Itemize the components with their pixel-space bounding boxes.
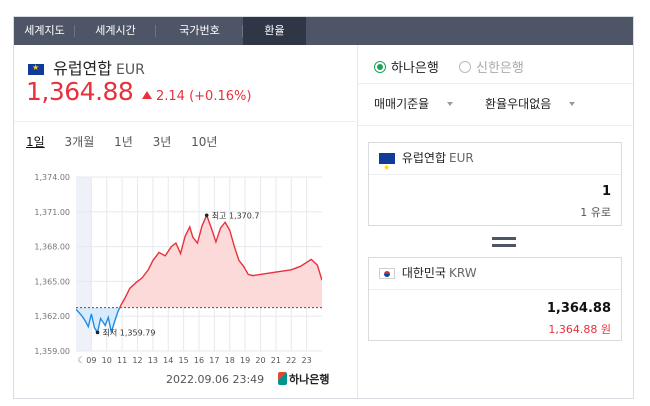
- change-amount: 2.14: [156, 89, 185, 104]
- preferential-rate-label: 환율우대없음: [485, 97, 552, 111]
- x-tick-label: 12: [132, 356, 142, 365]
- period-10y[interactable]: 10년: [191, 135, 217, 149]
- bank-logo-text: 하나은행: [289, 373, 330, 386]
- to-amount-unit: 1,364.88 원: [548, 323, 611, 336]
- x-tick-label: 13: [148, 356, 158, 365]
- x-tick-label: 18: [225, 356, 235, 365]
- moon-icon: ☾: [78, 356, 86, 365]
- equals-icon-bar: [492, 244, 516, 247]
- preferential-rate-dropdown[interactable]: 환율우대없음: [485, 97, 589, 111]
- from-currency-box[interactable]: 유럽연합EUR 1 1 유로: [368, 142, 622, 226]
- radio-checked-icon: [374, 61, 386, 73]
- x-tick-label: 22: [286, 356, 296, 365]
- rate-type-label: 매매기준율: [374, 97, 430, 111]
- x-tick-label: 20: [255, 356, 265, 365]
- x-tick-label: 21: [271, 356, 281, 365]
- x-tick-label: 10: [102, 356, 112, 365]
- currency-title: 유럽연합EUR: [28, 55, 145, 79]
- chevron-down-icon: [569, 102, 576, 106]
- x-tick-label: 19: [240, 356, 250, 365]
- tab-bar: 세계지도 세계시간 국가번호 환율: [14, 17, 633, 45]
- radio-unchecked-icon: [458, 61, 471, 73]
- tab-world-map[interactable]: 세계지도: [14, 17, 75, 45]
- x-tick-label: 09: [86, 356, 96, 365]
- to-currency-box[interactable]: 대한민국 KRW 1,364.88 1,364.88 원: [368, 257, 622, 341]
- bank-option-label: 신한은행: [475, 61, 524, 76]
- y-tick-label: 1,362.00: [34, 312, 70, 321]
- tab-exchange-rate[interactable]: 환율: [243, 17, 306, 45]
- period-1y[interactable]: 1년: [114, 135, 133, 149]
- hana-logo-icon: [278, 372, 287, 385]
- converter-panel: 하나은행 신한은행 매매기준율 환율우대없음 유럽연합EUR 1 1 유로 대한…: [358, 45, 633, 398]
- period-1d[interactable]: 1일: [26, 135, 45, 149]
- x-tick-label: 11: [117, 356, 127, 365]
- from-currency-select[interactable]: 유럽연합EUR: [369, 143, 621, 183]
- kr-flag-icon: [379, 268, 395, 279]
- from-amount-input[interactable]: 1: [602, 184, 611, 199]
- to-currency-select[interactable]: 대한민국 KRW: [369, 258, 621, 290]
- x-tick-label: 17: [209, 356, 219, 365]
- equals-icon: [492, 237, 516, 240]
- period-3m[interactable]: 3개월: [65, 135, 95, 149]
- tab-country-code[interactable]: 국가번호: [156, 17, 243, 45]
- rate-panel: 유럽연합EUR 1,364.88 2.14 (+0.16%) 1일 3개월 1년…: [14, 45, 358, 398]
- current-rate: 1,364.88: [26, 77, 134, 106]
- x-tick-label: 15: [179, 356, 189, 365]
- rate-change: 2.14 (+0.16%): [142, 89, 251, 104]
- from-amount-unit: 1 유로: [580, 206, 611, 219]
- period-3y[interactable]: 3년: [153, 135, 172, 149]
- divider: [14, 121, 356, 122]
- bank-option-hana[interactable]: 하나은행: [374, 61, 439, 76]
- rate-options: 매매기준율 환율우대없음: [374, 95, 603, 112]
- timestamp: 2022.09.06 23:49: [166, 373, 265, 386]
- rate-type-dropdown[interactable]: 매매기준율: [374, 97, 467, 111]
- change-percent: (+0.16%): [189, 89, 252, 104]
- y-tick-label: 1,368.00: [34, 243, 70, 252]
- exchange-widget: 세계지도 세계시간 국가번호 환율 유럽연합EUR 1,364.88 2.14 …: [13, 16, 634, 399]
- y-tick-label: 1,371.00: [34, 208, 70, 217]
- y-tick-label: 1,359.00: [34, 347, 70, 356]
- to-currency-code: KRW: [449, 266, 477, 280]
- up-arrow-icon: [142, 91, 152, 99]
- x-tick-label: 14: [163, 356, 173, 365]
- to-currency-name: 대한민국: [401, 266, 446, 280]
- bank-option-shinhan[interactable]: 신한은행: [458, 61, 524, 76]
- bank-option-label: 하나은행: [391, 61, 439, 76]
- rate-chart[interactable]: 1,374.00 1,371.00 1,368.00 1,365.00 1,362.00…: [14, 157, 356, 365]
- high-marker: [204, 213, 209, 218]
- currency-name: 유럽연합: [53, 59, 112, 78]
- y-tick-label: 1,365.00: [34, 277, 70, 286]
- x-tick-label: 23: [302, 356, 312, 365]
- divider: [358, 125, 633, 126]
- chevron-down-icon: [447, 102, 454, 106]
- eu-flag-icon: [379, 152, 395, 183]
- y-tick-label: 1,374.00: [34, 173, 70, 182]
- bank-selector: 하나은행 신한은행: [374, 57, 524, 76]
- hana-bank-logo: 하나은행: [278, 371, 329, 387]
- high-label: 최고 1,370.7: [212, 210, 260, 220]
- currency-code: EUR: [115, 62, 145, 78]
- x-tick-label: 16: [194, 356, 204, 365]
- low-label: 최저 1,359.79: [103, 327, 156, 337]
- divider: [358, 83, 633, 84]
- low-marker: [95, 330, 100, 335]
- tab-world-time[interactable]: 세계시간: [75, 17, 156, 45]
- from-currency-code: EUR: [449, 151, 474, 165]
- to-amount-input[interactable]: 1,364.88: [547, 301, 611, 316]
- eu-flag-icon: [28, 63, 44, 75]
- period-selector: 1일 3개월 1년 3년 10년: [26, 133, 233, 150]
- from-currency-name: 유럽연합: [401, 151, 446, 165]
